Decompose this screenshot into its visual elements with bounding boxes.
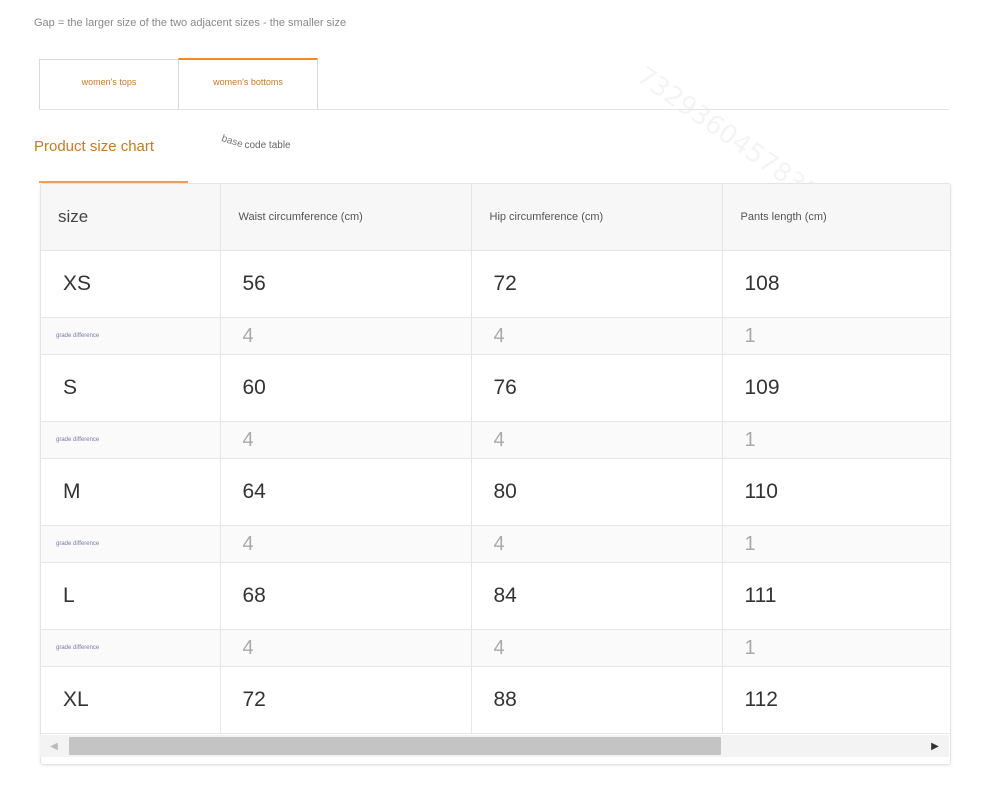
table-cell: 88: [471, 666, 723, 734]
table-row: grade difference 4 4 1: [41, 629, 950, 667]
subtab-base-code-table[interactable]: base code table: [220, 133, 291, 151]
tab-womens-bottoms[interactable]: women's bottoms: [178, 58, 318, 110]
column-header: Waist circumference (cm): [220, 184, 472, 251]
table-cell: 1: [722, 629, 950, 667]
arrow-right-icon[interactable]: ▶: [925, 735, 945, 757]
tabs-divider: [39, 109, 949, 110]
table-cell: 4: [220, 421, 472, 459]
table-cell: 84: [471, 562, 723, 630]
horizontal-scrollbar[interactable]: ◀ ▶: [40, 735, 949, 757]
table-row: M 64 80 110: [41, 458, 950, 526]
table-row: L 68 84 111: [41, 562, 950, 630]
table-cell: 4: [220, 629, 472, 667]
table-cell: 4: [220, 525, 472, 563]
table-header-row: size Waist circumference (cm) Hip circum…: [41, 184, 950, 251]
size-gap-note: Gap = the larger size of the two adjacen…: [34, 17, 347, 29]
size-cell: L: [41, 562, 221, 630]
size-cell: S: [41, 354, 221, 422]
table-cell: 4: [471, 629, 723, 667]
table-cell: 60: [220, 354, 472, 422]
arrow-left-icon[interactable]: ◀: [44, 735, 64, 757]
tab-womens-tops[interactable]: women's tops: [39, 59, 179, 110]
table-row: grade difference 4 4 1: [41, 421, 950, 459]
column-header: size: [41, 184, 221, 251]
table-cell: 111: [722, 562, 950, 630]
size-cell: M: [41, 458, 221, 526]
size-cell: XL: [41, 666, 221, 734]
category-tabs: women's tops women's bottoms: [39, 58, 949, 110]
tab-label: women's tops: [81, 76, 137, 87]
table-cell: 4: [471, 421, 723, 459]
table-row: XL 72 88 112: [41, 666, 950, 734]
tab-label: women's bottoms: [213, 77, 283, 87]
subtab-product-size-chart[interactable]: Product size chart: [34, 138, 154, 155]
subtab-code-prefix: base: [220, 133, 245, 151]
table-row: XS 56 72 108: [41, 250, 950, 318]
table-cell: 76: [471, 354, 723, 422]
table-cell: 72: [220, 666, 472, 734]
table-cell: 80: [471, 458, 723, 526]
table-row: S 60 76 109: [41, 354, 950, 422]
table-cell: 112: [722, 666, 950, 734]
size-cell: XS: [41, 250, 221, 318]
table-cell: 109: [722, 354, 950, 422]
table-cell: 72: [471, 250, 723, 318]
table-cell: 1: [722, 317, 950, 355]
size-table-container[interactable]: size Waist circumference (cm) Hip circum…: [40, 183, 951, 765]
subtab-code-suffix: code table: [244, 140, 291, 151]
table-cell: 108: [722, 250, 950, 318]
grade-difference-label: grade difference: [41, 317, 221, 355]
table-cell: 1: [722, 421, 950, 459]
scrollbar-thumb[interactable]: [69, 737, 721, 755]
table-cell: 56: [220, 250, 472, 318]
size-table: size Waist circumference (cm) Hip circum…: [41, 184, 950, 734]
grade-difference-label: grade difference: [41, 421, 221, 459]
table-cell: 110: [722, 458, 950, 526]
grade-difference-label: grade difference: [41, 525, 221, 563]
chart-subtabs: Product size chart base code table: [34, 130, 949, 184]
table-cell: 68: [220, 562, 472, 630]
table-row: grade difference 4 4 1: [41, 317, 950, 355]
column-header: Hip circumference (cm): [471, 184, 723, 251]
table-cell: 4: [471, 525, 723, 563]
table-cell: 1: [722, 525, 950, 563]
table-cell: 64: [220, 458, 472, 526]
table-cell: 4: [220, 317, 472, 355]
table-cell: 4: [471, 317, 723, 355]
table-row: grade difference 4 4 1: [41, 525, 950, 563]
grade-difference-label: grade difference: [41, 629, 221, 667]
column-header: Pants length (cm): [722, 184, 950, 251]
